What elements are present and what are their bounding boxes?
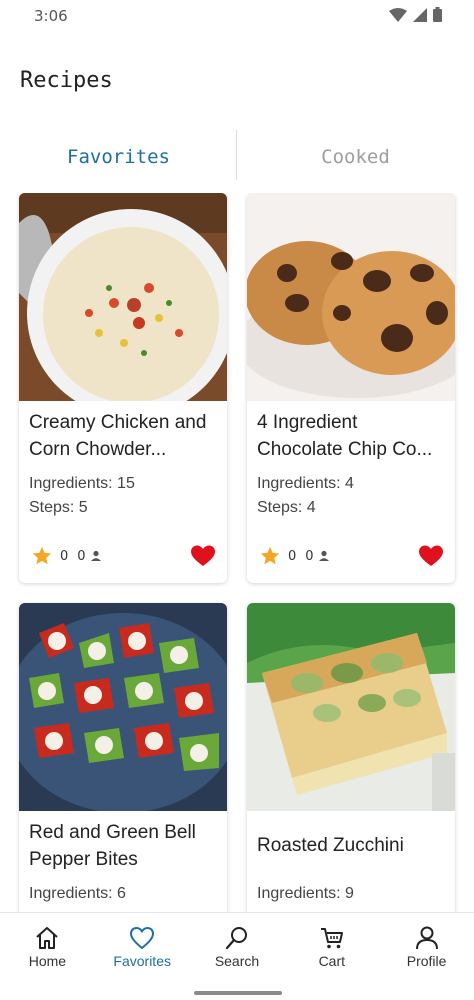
signal-icon xyxy=(413,7,427,22)
tab-bar: Favorites Cooked xyxy=(0,128,474,186)
status-icons xyxy=(389,7,442,22)
status-bar: 3:06 xyxy=(0,0,474,34)
cart-icon xyxy=(320,928,343,949)
status-time: 3:06 xyxy=(34,7,68,25)
recipe-title: 4 Ingredient Chocolate Chip Co... xyxy=(257,412,433,460)
nav-label: Cart xyxy=(318,953,346,969)
nav-search[interactable]: Search xyxy=(190,913,285,979)
page-title: Recipes xyxy=(20,68,113,93)
recipe-ingredients: Ingredients: 6 xyxy=(29,885,126,902)
star-icon xyxy=(32,546,52,565)
recipe-card[interactable]: Creamy Chicken and Corn Chowder... Ingre… xyxy=(19,193,227,583)
nav-profile[interactable]: Profile xyxy=(379,913,474,979)
home-icon xyxy=(36,927,59,949)
recipe-footer: 0 0 xyxy=(259,543,443,569)
recipe-grid[interactable]: Creamy Chicken and Corn Chowder... Ingre… xyxy=(0,193,474,913)
recipe-title: Red and Green Bell Pepper Bites xyxy=(29,822,196,870)
recipe-image-zucchini xyxy=(247,603,455,811)
cook-count: 0 xyxy=(305,548,314,564)
recipe-ingredients: Ingredients: 15 xyxy=(29,475,135,492)
nav-home[interactable]: Home xyxy=(0,913,95,979)
person-icon xyxy=(318,550,330,562)
search-icon xyxy=(225,927,247,950)
star-icon xyxy=(260,546,280,565)
nav-cart[interactable]: Cart xyxy=(284,913,379,979)
recipe-ingredients: Ingredients: 9 xyxy=(257,885,354,902)
tab-favorites[interactable]: Favorites xyxy=(0,128,237,186)
recipe-steps: Steps: 5 xyxy=(29,499,88,516)
heart-icon xyxy=(130,926,155,950)
home-indicator[interactable] xyxy=(194,991,282,995)
favorite-heart-icon[interactable] xyxy=(419,545,443,567)
nav-label: Home xyxy=(28,953,67,969)
recipe-title: Roasted Zucchini xyxy=(257,835,404,856)
nav-label: Profile xyxy=(406,953,447,969)
recipe-steps: Steps: 4 xyxy=(257,499,316,516)
recipe-title: Creamy Chicken and Corn Chowder... xyxy=(29,412,207,460)
profile-icon xyxy=(415,926,438,950)
recipe-card[interactable]: Red and Green Bell Pepper Bites Ingredie… xyxy=(19,603,227,913)
tab-divider xyxy=(236,130,237,180)
recipe-image-chowder xyxy=(19,193,227,401)
bottom-navigation: Home Favorites Search Cart Profile xyxy=(0,912,474,1000)
battery-icon xyxy=(433,7,442,22)
rating-count: 0 xyxy=(60,548,69,564)
recipe-footer: 0 0 xyxy=(31,543,215,569)
favorite-heart-icon[interactable] xyxy=(191,545,215,567)
recipe-image-cookies xyxy=(247,193,455,401)
tab-cooked[interactable]: Cooked xyxy=(237,128,474,186)
wifi-icon xyxy=(389,7,407,22)
recipe-card[interactable]: 4 Ingredient Chocolate Chip Co... Ingred… xyxy=(247,193,455,583)
nav-favorites[interactable]: Favorites xyxy=(95,913,190,979)
cook-count: 0 xyxy=(77,548,86,564)
rating-count: 0 xyxy=(288,548,297,564)
nav-label: Search xyxy=(214,953,260,969)
nav-label: Favorites xyxy=(113,953,171,969)
recipe-ingredients: Ingredients: 4 xyxy=(257,475,354,492)
recipe-card[interactable]: Roasted Zucchini Ingredients: 9 xyxy=(247,603,455,913)
recipe-image-pepper-bites xyxy=(19,603,227,811)
person-icon xyxy=(90,550,102,562)
